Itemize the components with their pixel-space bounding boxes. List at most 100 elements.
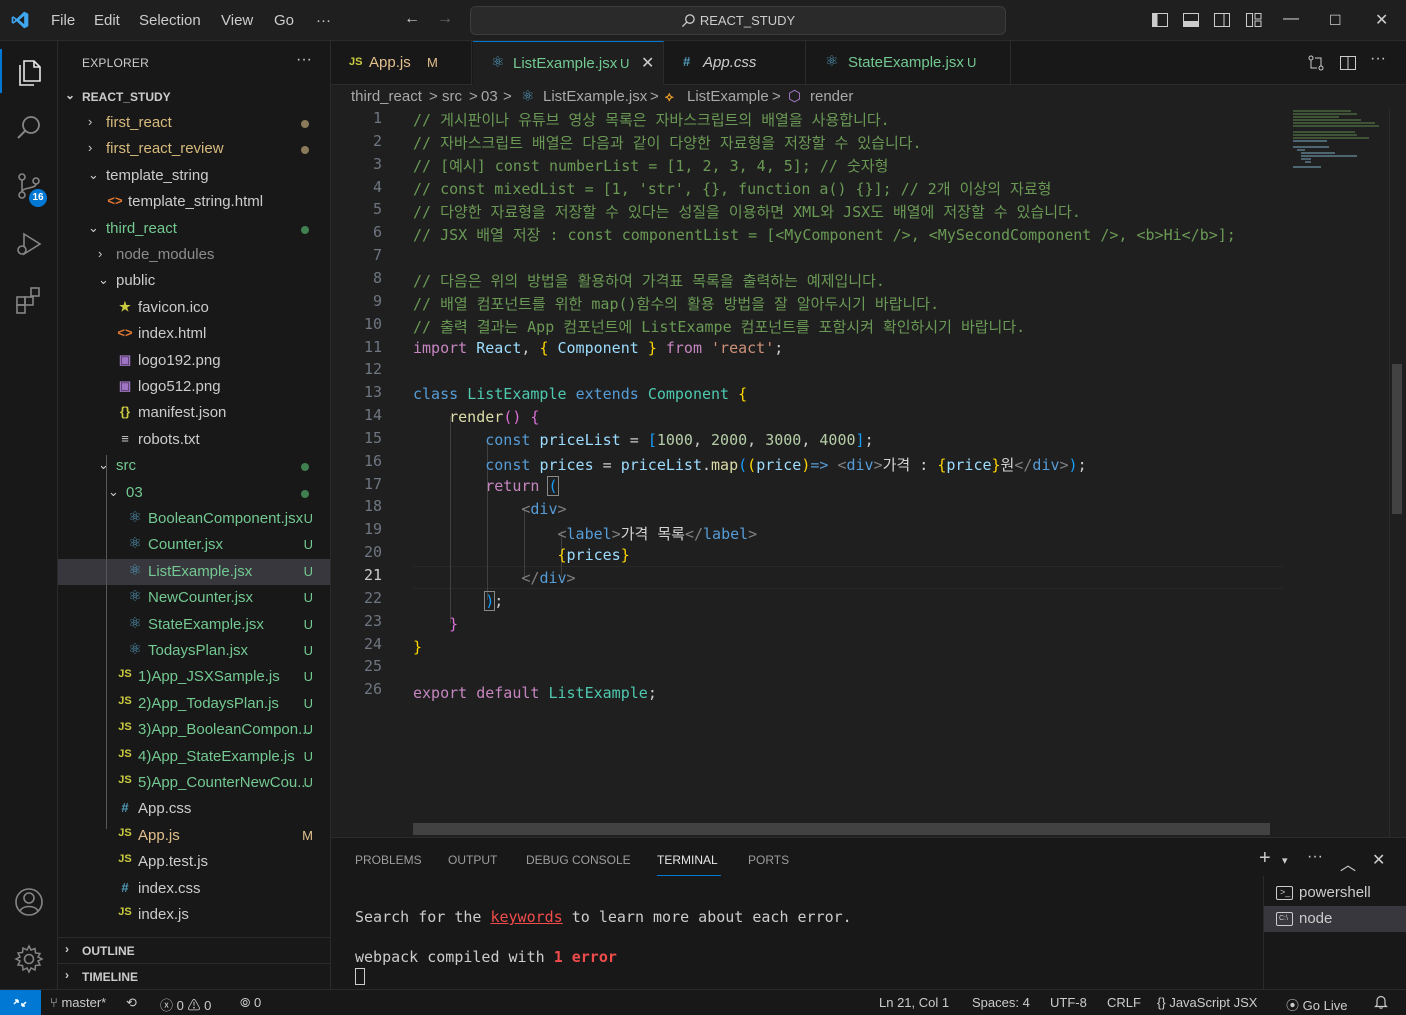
minimize-icon[interactable]: —: [1283, 10, 1299, 28]
tab-problems[interactable]: PROBLEMS: [355, 853, 422, 867]
accounts-button[interactable]: [0, 875, 58, 927]
horizontal-scrollbar[interactable]: [413, 823, 1270, 835]
explorer-button[interactable]: [0, 45, 58, 97]
tree-item[interactable]: ⚛ TodaysPlan.jsx U: [58, 638, 330, 664]
chevron-down-icon[interactable]: ▾: [1282, 854, 1288, 867]
ports-indicator[interactable]: ⦾ 0: [240, 995, 261, 1011]
tree-item[interactable]: ⌄ template_string: [58, 163, 330, 189]
problems-indicator[interactable]: ⓧ 0 ⚠ 0: [160, 995, 211, 1014]
tree-item[interactable]: {} manifest.json: [58, 400, 330, 426]
toggle-secondary-sidebar-icon[interactable]: [1213, 11, 1231, 29]
tree-item[interactable]: ⚛ Counter.jsx U: [58, 532, 330, 558]
tab-ports[interactable]: PORTS: [748, 853, 789, 867]
tree-item[interactable]: ▣ logo512.png: [58, 374, 330, 400]
tab-debug-console[interactable]: DEBUG CONSOLE: [526, 853, 631, 867]
menu-view[interactable]: View: [221, 12, 253, 29]
minimap[interactable]: [1291, 109, 1381, 169]
tree-item[interactable]: ≡ robots.txt: [58, 427, 330, 453]
tab-app-css[interactable]: # App.css: [665, 41, 806, 85]
tree-item[interactable]: ⌄ 03: [58, 480, 330, 506]
tree-item[interactable]: › first_react_review: [58, 136, 330, 162]
editor-more-icon[interactable]: ···: [1370, 50, 1386, 68]
tab-output[interactable]: OUTPUT: [448, 853, 497, 867]
tree-item[interactable]: ⚛ ListExample.jsx U: [58, 558, 330, 585]
menu-more[interactable]: ···: [316, 12, 331, 29]
timeline-section-header[interactable]: › TIMELINE: [58, 963, 330, 989]
breadcrumb-item[interactable]: 03: [481, 88, 498, 105]
explorer-more-icon[interactable]: ···: [296, 51, 312, 69]
cursor-position[interactable]: Ln 21, Col 1: [879, 995, 949, 1010]
close-panel-icon[interactable]: ✕: [1372, 850, 1385, 870]
sync-icon[interactable]: ⟲: [126, 995, 137, 1011]
run-debug-button[interactable]: [0, 216, 58, 268]
new-terminal-icon[interactable]: +: [1259, 847, 1271, 870]
menu-selection[interactable]: Selection: [139, 12, 201, 29]
outline-section-header[interactable]: › OUTLINE: [58, 937, 330, 963]
extensions-button[interactable]: [0, 273, 58, 325]
tab-app-js[interactable]: JS App.js M: [331, 41, 472, 85]
toggle-panel-icon[interactable]: [1182, 11, 1200, 29]
vertical-scrollbar[interactable]: [1389, 109, 1403, 837]
tree-item[interactable]: › node_modules: [58, 242, 330, 268]
tab-stateexample-jsx[interactable]: ⚛ StateExample.jsx U: [807, 41, 1011, 85]
terminal-item-node[interactable]: C:\ node: [1264, 906, 1406, 932]
split-editor-icon[interactable]: [1339, 54, 1357, 72]
tree-item[interactable]: ⌄ public: [58, 268, 330, 294]
indentation[interactable]: Spaces: 4: [972, 995, 1030, 1010]
terminal-item-powershell[interactable]: >_ powershell: [1264, 880, 1406, 906]
tree-item[interactable]: ⌄ third_react: [58, 216, 330, 242]
branch-indicator[interactable]: ⑂ master*: [50, 995, 106, 1010]
code-editor[interactable]: 1 2 3 4 5 6 7 8 9 10 11 12 13 14 15 16 17 18 19 20 21 22 23 24 2…: [331, 109, 1406, 837]
forward-arrow-icon[interactable]: →: [437, 10, 453, 28]
tree-item[interactable]: JS 3)App_BooleanCompon... U: [58, 717, 330, 743]
command-center-search[interactable]: REACT_STUDY: [470, 6, 1006, 35]
maximize-panel-icon[interactable]: ︿: [1340, 851, 1356, 875]
tree-item[interactable]: ⚛ BooleanComponent.jsx U: [58, 506, 330, 532]
back-arrow-icon[interactable]: ←: [404, 10, 420, 28]
tree-item[interactable]: ⌄ src: [58, 453, 330, 479]
close-window-icon[interactable]: ✕: [1375, 10, 1388, 30]
breadcrumb-item[interactable]: render: [810, 88, 853, 105]
tree-item[interactable]: › first_react: [58, 110, 330, 136]
tree-item[interactable]: <> index.html: [58, 321, 330, 347]
tree-item[interactable]: JS 5)App_CounterNewCou... U: [58, 770, 330, 796]
maximize-icon[interactable]: ☐: [1329, 12, 1342, 29]
language-mode[interactable]: {} JavaScript JSX: [1157, 995, 1257, 1010]
breadcrumb-item[interactable]: ListExample.jsx: [543, 88, 647, 105]
menu-go[interactable]: Go: [274, 12, 294, 29]
terminal-link[interactable]: keywords: [490, 908, 562, 926]
remote-indicator[interactable]: [0, 990, 41, 1015]
tab-listexample-jsx[interactable]: ⚛ ListExample.jsx U ✕: [473, 41, 664, 85]
bell-icon[interactable]: [1373, 994, 1389, 1010]
manage-button[interactable]: [0, 932, 58, 984]
tree-item[interactable]: # App.css: [58, 796, 330, 822]
breadcrumb-item[interactable]: ListExample: [687, 88, 769, 105]
scrollbar-thumb[interactable]: [1392, 364, 1402, 514]
tree-item[interactable]: ⚛ StateExample.jsx U: [58, 612, 330, 638]
encoding[interactable]: UTF-8: [1050, 995, 1087, 1010]
tree-item[interactable]: JS App.test.js: [58, 849, 330, 875]
tree-item[interactable]: <> template_string.html: [58, 189, 330, 215]
toggle-primary-sidebar-icon[interactable]: [1151, 11, 1169, 29]
tree-item[interactable]: JS App.js M: [58, 823, 330, 849]
line-endings[interactable]: CRLF: [1107, 995, 1141, 1010]
tree-item[interactable]: JS 4)App_StateExample.js U: [58, 744, 330, 770]
tree-item[interactable]: JS 2)App_TodaysPlan.js U: [58, 691, 330, 717]
tree-item[interactable]: ★ favicon.ico: [58, 295, 330, 321]
panel-more-icon[interactable]: ···: [1307, 848, 1323, 866]
tab-terminal[interactable]: TERMINAL: [657, 853, 718, 867]
breadcrumb-item[interactable]: src: [442, 88, 462, 105]
tree-item[interactable]: ⚛ NewCounter.jsx U: [58, 585, 330, 611]
close-tab-icon[interactable]: ✕: [641, 53, 654, 73]
workspace-root-header[interactable]: ⌄ REACT_STUDY: [58, 84, 330, 110]
search-button[interactable]: [0, 101, 58, 153]
menu-file[interactable]: File: [51, 12, 75, 29]
customize-layout-icon[interactable]: [1245, 11, 1263, 29]
tree-item[interactable]: JS 1)App_JSXSample.js U: [58, 664, 330, 690]
tree-item[interactable]: # index.css: [58, 876, 330, 902]
source-control-button[interactable]: 16: [0, 159, 58, 211]
breadcrumb-item[interactable]: third_react: [351, 88, 422, 105]
tree-item[interactable]: ▣ logo192.png: [58, 348, 330, 374]
menu-edit[interactable]: Edit: [94, 12, 120, 29]
compare-changes-icon[interactable]: [1307, 54, 1325, 72]
